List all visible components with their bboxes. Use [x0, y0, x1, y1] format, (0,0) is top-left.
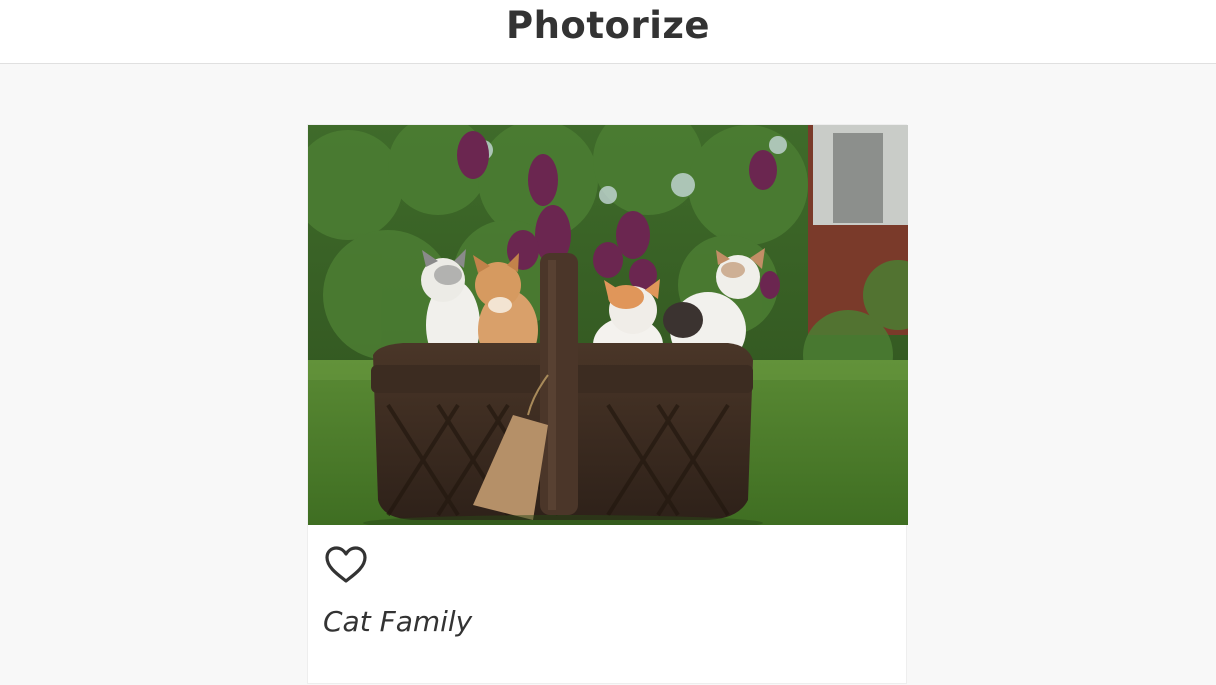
photo-caption: Cat Family	[323, 605, 473, 638]
top-bar: Photorize	[0, 0, 1216, 64]
post-photo	[308, 125, 908, 525]
photo-card: Cat Family	[307, 124, 908, 685]
card-footer: Cat Family	[308, 525, 906, 685]
heart-outline-icon	[325, 546, 367, 583]
like-button[interactable]	[324, 543, 368, 587]
app-title: Photorize	[505, 4, 711, 47]
